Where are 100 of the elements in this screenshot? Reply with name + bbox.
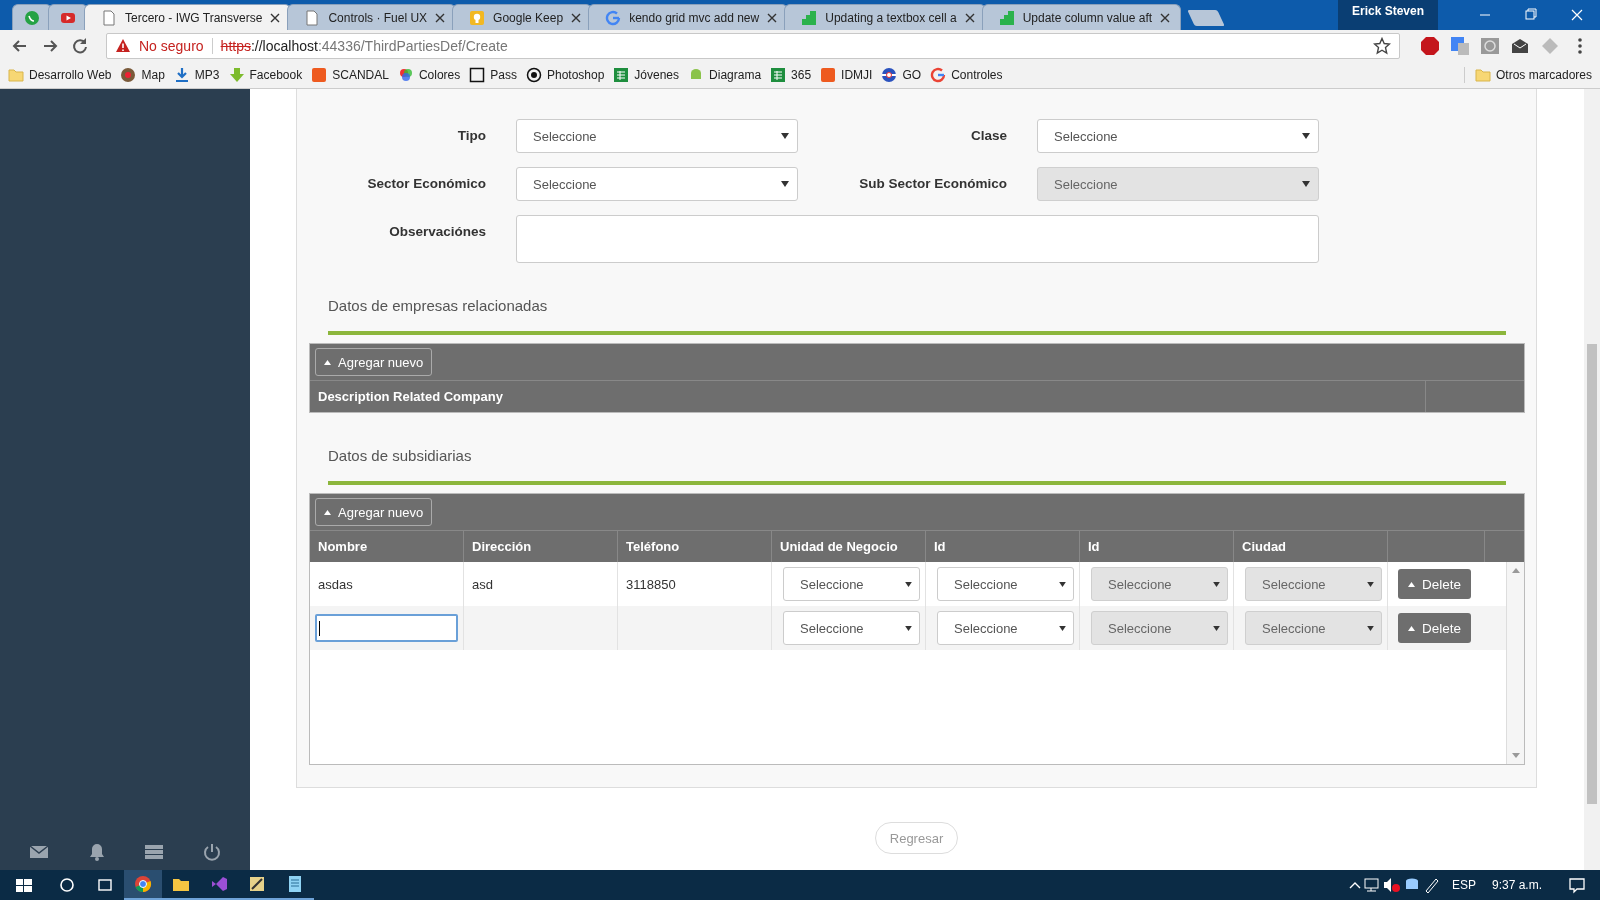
close-icon[interactable] <box>767 12 778 23</box>
field-label: Tipo <box>456 127 486 143</box>
tab-title: kendo grid mvc add new <box>629 10 760 25</box>
add-new-button[interactable]: Agregar nuevo <box>315 348 433 376</box>
select-field[interactable]: Seleccione <box>1037 119 1319 153</box>
bookmark-link[interactable]: Facebook <box>228 67 303 83</box>
scrollbar[interactable] <box>1584 89 1600 870</box>
triangle-up-icon <box>324 359 331 365</box>
mail-icon[interactable] <box>1510 36 1530 56</box>
bookmark-link[interactable]: MP3 <box>173 67 220 83</box>
address-field[interactable]: No seguro https://localhost:44336/ThirdPartiesDef/Create <box>106 33 1400 59</box>
bookmark-link[interactable]: Pass <box>469 67 517 83</box>
scrollbar[interactable] <box>1506 562 1524 764</box>
bookmark-label: Pass <box>490 68 517 82</box>
close-icon[interactable] <box>435 12 446 23</box>
close-icon[interactable] <box>270 12 281 23</box>
close-icon[interactable] <box>1160 12 1171 23</box>
table-cell-text: asdas <box>317 576 353 592</box>
bell-icon[interactable] <box>87 843 106 861</box>
circle-icon <box>525 67 542 83</box>
clock-icon[interactable] <box>1480 36 1500 56</box>
g-logo-icon <box>605 9 622 26</box>
select-field[interactable]: Seleccione <box>937 567 1074 601</box>
bookmark-folder[interactable]: Otros marcadores <box>1463 67 1592 83</box>
select-field[interactable]: Seleccione <box>783 567 920 601</box>
color-wheel-icon <box>397 67 414 83</box>
caret-icon <box>1367 581 1374 587</box>
bookmark-link[interactable]: Colores <box>397 67 461 83</box>
power-icon[interactable] <box>202 843 221 861</box>
field-label: Observaciónes <box>388 223 486 239</box>
delete-button[interactable]: Delete <box>1398 613 1472 643</box>
steps-icon <box>998 9 1015 26</box>
scroll-down-icon[interactable] <box>1511 753 1520 758</box>
clock[interactable]: 9:37 a.m. <box>1485 878 1554 892</box>
triangle-up-icon <box>1408 581 1415 587</box>
scroll-up-icon[interactable] <box>1511 568 1520 573</box>
star-icon[interactable] <box>1373 37 1391 55</box>
bookmark-link[interactable]: Desarrollo Web <box>8 67 112 83</box>
bookmark-label: Colores <box>418 68 461 82</box>
notepad-icon <box>286 875 304 893</box>
reload-icon[interactable] <box>70 36 90 56</box>
tab-title: Updating a textbox cell a <box>825 10 957 25</box>
caret-icon <box>781 133 789 139</box>
spreadsheet-icon <box>770 67 787 83</box>
bookmark-link[interactable]: Controles <box>930 67 1003 83</box>
bookmark-label: IDMJI <box>841 68 873 82</box>
select-field[interactable]: Seleccione <box>516 167 798 201</box>
bookmark-label: GO <box>902 68 922 82</box>
bookmark-link[interactable]: IDMJI <box>820 67 873 83</box>
bookmark-link[interactable]: SCANDAL <box>311 67 389 83</box>
caret-icon <box>905 625 912 631</box>
bookmark-label: Controles <box>951 68 1003 82</box>
bookmark-label: Otros marcadores <box>1495 68 1592 82</box>
close-icon[interactable] <box>964 12 975 23</box>
stop-sign-icon[interactable] <box>1420 36 1440 56</box>
close-icon[interactable] <box>571 12 582 23</box>
bookmark-label: 365 <box>791 68 812 82</box>
taskbar-app[interactable] <box>124 870 162 900</box>
profile-name[interactable]: Erick Steven <box>1337 0 1438 30</box>
bookmark-label: Facebook <box>249 68 303 82</box>
square-icon <box>820 67 837 83</box>
browser-tab[interactable]: Update column value aft <box>981 4 1182 30</box>
new-tab-button[interactable] <box>1187 10 1225 26</box>
bookmark-link[interactable]: Photoshop <box>525 67 605 83</box>
translate-icon[interactable] <box>1450 36 1470 56</box>
security-status[interactable]: No seguro <box>139 38 204 54</box>
bookmark-label: MP3 <box>194 68 220 82</box>
mail-icon[interactable] <box>29 844 50 860</box>
select-field[interactable]: Seleccione <box>516 119 798 153</box>
input-field[interactable] <box>315 614 458 642</box>
bookmark-label: Desarrollo Web <box>29 68 112 82</box>
tab-title: Controls · Fuel UX <box>328 10 428 25</box>
language-indicator[interactable]: ESP <box>1441 878 1486 892</box>
bookmark-label: SCANDAL <box>332 68 389 82</box>
triangle-up-icon <box>324 509 331 515</box>
arrow-icon <box>228 67 245 83</box>
steps-icon <box>801 9 818 26</box>
bookmark-link[interactable]: 365 <box>770 67 812 83</box>
download-icon <box>173 67 190 83</box>
delete-button[interactable]: Delete <box>1398 569 1472 599</box>
section-title: Datos de subsidiarias <box>328 447 473 464</box>
server-icon[interactable] <box>144 844 165 860</box>
bookmark-link[interactable]: Diagrama <box>688 67 762 83</box>
bookmark-link[interactable]: Map <box>120 67 165 83</box>
add-new-button[interactable]: Agregar nuevo <box>315 498 433 526</box>
caret-icon <box>1059 581 1066 587</box>
chrome-icon <box>134 875 152 893</box>
bookmark-link[interactable]: GO <box>881 67 922 83</box>
section-title: Datos de empresas relacionadas <box>328 297 549 314</box>
table-cell-text: 3118850 <box>625 576 676 592</box>
caret-icon <box>1302 181 1310 187</box>
folder-icon <box>1474 67 1491 83</box>
folder-icon <box>8 67 24 83</box>
document-icon <box>101 9 117 26</box>
bookmark-label: Jóvenes <box>634 68 680 82</box>
select-field[interactable]: Seleccione <box>937 611 1074 645</box>
field-label: Clase <box>969 127 1007 143</box>
select-field[interactable]: Seleccione <box>783 611 920 645</box>
bookmark-link[interactable]: Jóvenes <box>613 67 680 83</box>
triangle-up-icon <box>1408 625 1415 631</box>
